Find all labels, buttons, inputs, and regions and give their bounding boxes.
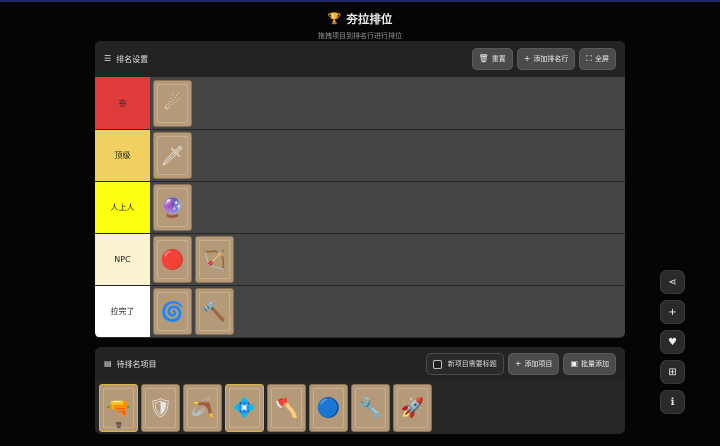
water-ring-icon: 🔵 [316,397,341,419]
tier-label[interactable]: 拉完了 [95,286,150,337]
delete-icon[interactable]: 🗑 [115,422,123,429]
trophy-icon: 🏆 [327,12,342,25]
favorite-button[interactable]: ♥ [660,330,685,354]
bow-icon: 🏹 [202,249,227,271]
item-card[interactable]: 🚀 [393,383,432,432]
tier-drop-zone[interactable]: 🗡 [150,130,625,181]
item-card[interactable]: 🗡 [153,132,192,179]
document-icon: ▤ [104,359,112,368]
shield-icon: 🛡 [148,397,173,419]
item-card[interactable]: 🔧 [351,383,390,432]
info-icon: ℹ [670,396,675,408]
dagger-icon: 🗡 [160,145,185,167]
reset-button-label: 重置 [491,55,506,63]
page-subtitle: 拖拽项目到排名行进行排位 [318,31,402,40]
rifle-icon: 🔧 [358,397,383,419]
tier-drop-zone[interactable]: 🔮 [150,182,625,233]
boomerang-icon: 🪃 [190,397,215,419]
tier-row: NPC 🔴 🏹 [95,233,625,285]
page-header: 🏆 夯拉排位 拖拽项目到排名行进行排位 [0,7,720,41]
add-item-button-label: 添加项目 [524,360,553,368]
item-card[interactable]: 🔨 [195,288,234,335]
tier-row: 夯 ☄ [95,77,625,129]
tier-row: 人上人 🔮 [95,181,625,233]
item-card[interactable]: 💠 [225,383,264,432]
blue-gem-icon: 💠 [232,397,257,419]
tier-label[interactable]: 顶级 [95,130,150,181]
heart-icon: ♥ [668,336,677,348]
require-title-checkbox[interactable]: 新项目需要标题 [425,353,504,375]
page-title: 🏆 夯拉排位 [328,11,393,27]
purple-flame-icon: 🔮 [160,197,185,219]
tier-label[interactable]: 人上人 [95,182,150,233]
item-card[interactable]: 🔵 [309,383,348,432]
batch-add-button-label: 批量添加 [581,360,609,368]
reset-button[interactable]: 🗑 重置 [471,48,513,70]
page-title-text: 夯拉排位 [346,11,393,26]
add-item-button[interactable]: + 添加项目 [507,353,560,375]
item-card[interactable]: 🪃 [183,383,222,432]
item-card[interactable]: ☄ [153,79,192,127]
grid-button[interactable]: ⊞ [660,360,685,384]
add-button[interactable]: + [660,300,685,324]
fullscreen-button[interactable]: ⛶ 全屏 [579,48,616,70]
expand-icon: ⛶ [586,54,592,63]
images-icon: ▣ [570,359,578,368]
battle-axe-icon: 🪓 [274,397,299,419]
fullscreen-button-label: 全屏 [595,55,609,63]
unranked-items-list: 🔫 🗑 🛡 🪃 💠 🪓 🔵 🔧 🚀 [95,381,625,434]
tier-panel-title: 排名设置 [116,54,149,64]
item-card[interactable]: 🔮 [153,184,192,231]
list-settings-icon: ☰ [104,54,112,63]
checkbox-label: 新项目需要标题 [447,360,497,368]
tier-label[interactable]: 夯 [95,77,150,129]
grid-icon: ⊞ [668,366,677,378]
rocket-icon: 🚀 [400,397,425,419]
batch-add-button[interactable]: ▣ 批量添加 [563,353,616,375]
item-card[interactable]: 🔫 🗑 [99,383,138,432]
tier-panel-header: ☰ 排名设置 🗑 重置 + 添加排名行 ⛶ 全屏 [95,41,625,77]
top-accent-line [0,0,720,2]
item-card[interactable]: 🏹 [195,236,234,283]
checkbox-box[interactable] [432,359,442,369]
tier-drop-zone[interactable]: 🌀 🔨 [150,286,625,337]
item-card[interactable]: 🪓 [267,383,306,432]
tier-row: 顶级 🗡 [95,129,625,181]
pool-panel-header: ▤ 待排名项目 新项目需要标题 + 添加项目 ▣ 批量添加 [95,347,625,381]
info-button[interactable]: ℹ [660,390,685,414]
space-gun-icon: 🔫 [106,397,131,419]
share-icon: ⋖ [668,276,677,288]
tier-drop-zone[interactable]: 🔴 🏹 [150,234,625,285]
pool-panel-title: 待排名项目 [116,359,157,369]
tier-row: 拉完了 🌀 🔨 [95,285,625,337]
orange-orb-icon: 🔴 [160,249,185,271]
share-button[interactable]: ⋖ [660,270,685,294]
unranked-items-panel: ▤ 待排名项目 新项目需要标题 + 添加项目 ▣ 批量添加 🔫 🗑 🛡 🪃 💠 🪓 🔵 🔧 🚀 [95,347,625,434]
tier-label[interactable]: NPC [95,234,150,285]
item-card[interactable]: 🛡 [141,383,180,432]
tier-drop-zone[interactable]: ☄ [150,77,625,129]
plus-icon: + [514,359,522,368]
plus-icon: + [523,54,531,63]
floating-actions: ⋖ + ♥ ⊞ ℹ [660,270,685,414]
item-card[interactable]: 🔴 [153,236,192,283]
trash-icon: 🗑 [478,54,489,63]
golden-ring-icon: 🌀 [160,301,185,323]
fire-bolt-icon: ☄ [163,92,182,114]
add-row-button[interactable]: + 添加排名行 [516,48,576,70]
hammer-icon: 🔨 [202,301,227,323]
plus-icon: + [668,306,677,318]
item-card[interactable]: 🌀 [153,288,192,335]
tier-rows: 夯 ☄ 顶级 🗡 人上人 🔮 NPC 🔴 🏹 拉完了 🌀 🔨 [95,77,625,337]
add-row-button-label: 添加排名行 [533,55,569,63]
tier-list-panel: ☰ 排名设置 🗑 重置 + 添加排名行 ⛶ 全屏 夯 ☄ 顶级 🗡 人上人 🔮 NPC 🔴 🏹 拉… [95,41,625,338]
